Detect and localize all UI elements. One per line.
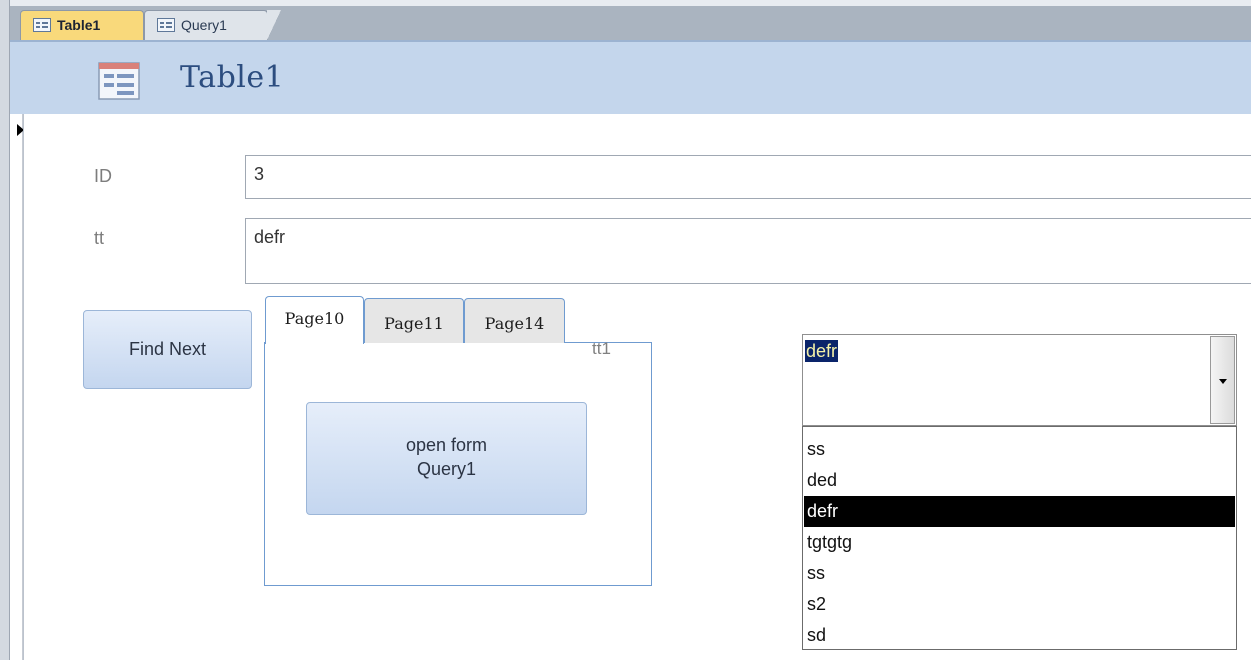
combo-box[interactable]: defr bbox=[802, 334, 1237, 426]
button-label-line2: Query1 bbox=[416, 459, 477, 479]
list-item[interactable]: ss bbox=[804, 558, 1235, 589]
combo-value[interactable]: defr bbox=[805, 340, 839, 362]
form-header: Table1 bbox=[10, 40, 1251, 114]
form-title: Table1 bbox=[180, 60, 285, 95]
list-item-selected[interactable]: defr bbox=[804, 496, 1235, 527]
tab-control-caption: tt1 bbox=[592, 339, 611, 358]
dropdown-list[interactable]: ss ded defr tgtgtg ss s2 sd bbox=[802, 426, 1237, 650]
tab-page10[interactable]: Page10 bbox=[265, 296, 364, 344]
tab-table1[interactable]: Table1 bbox=[20, 10, 144, 40]
form-icon bbox=[157, 18, 175, 32]
list-item[interactable]: tgtgtg bbox=[804, 527, 1235, 558]
form-icon bbox=[98, 62, 140, 100]
open-form-query1-button[interactable]: open form Query1 bbox=[306, 402, 587, 515]
button-label-line1: open form bbox=[405, 435, 488, 455]
list-item[interactable]: ded bbox=[804, 465, 1235, 496]
find-next-button[interactable]: Find Next bbox=[83, 310, 252, 389]
record-selector-divider bbox=[23, 114, 24, 660]
tt-label: tt bbox=[94, 228, 105, 248]
list-item[interactable]: sd bbox=[804, 620, 1235, 651]
tab-strip-top-border bbox=[10, 0, 1251, 6]
tt-field[interactable]: defr bbox=[245, 218, 1251, 284]
left-frame bbox=[0, 0, 10, 660]
record-selector[interactable] bbox=[10, 114, 23, 660]
id-field[interactable]: 3 bbox=[245, 155, 1251, 199]
list-item[interactable]: s2 bbox=[804, 589, 1235, 620]
tab-label: Table1 bbox=[57, 17, 101, 33]
id-label: ID bbox=[94, 166, 112, 186]
tab-query1[interactable]: Query1 bbox=[144, 10, 281, 40]
dropdown-arrow-icon[interactable] bbox=[1210, 336, 1235, 424]
form-icon bbox=[33, 18, 51, 32]
tab-label: Query1 bbox=[181, 17, 227, 33]
list-item[interactable]: ss bbox=[804, 434, 1235, 465]
tab-page14[interactable]: Page14 bbox=[464, 298, 565, 343]
tab-page11[interactable]: Page11 bbox=[364, 298, 464, 343]
